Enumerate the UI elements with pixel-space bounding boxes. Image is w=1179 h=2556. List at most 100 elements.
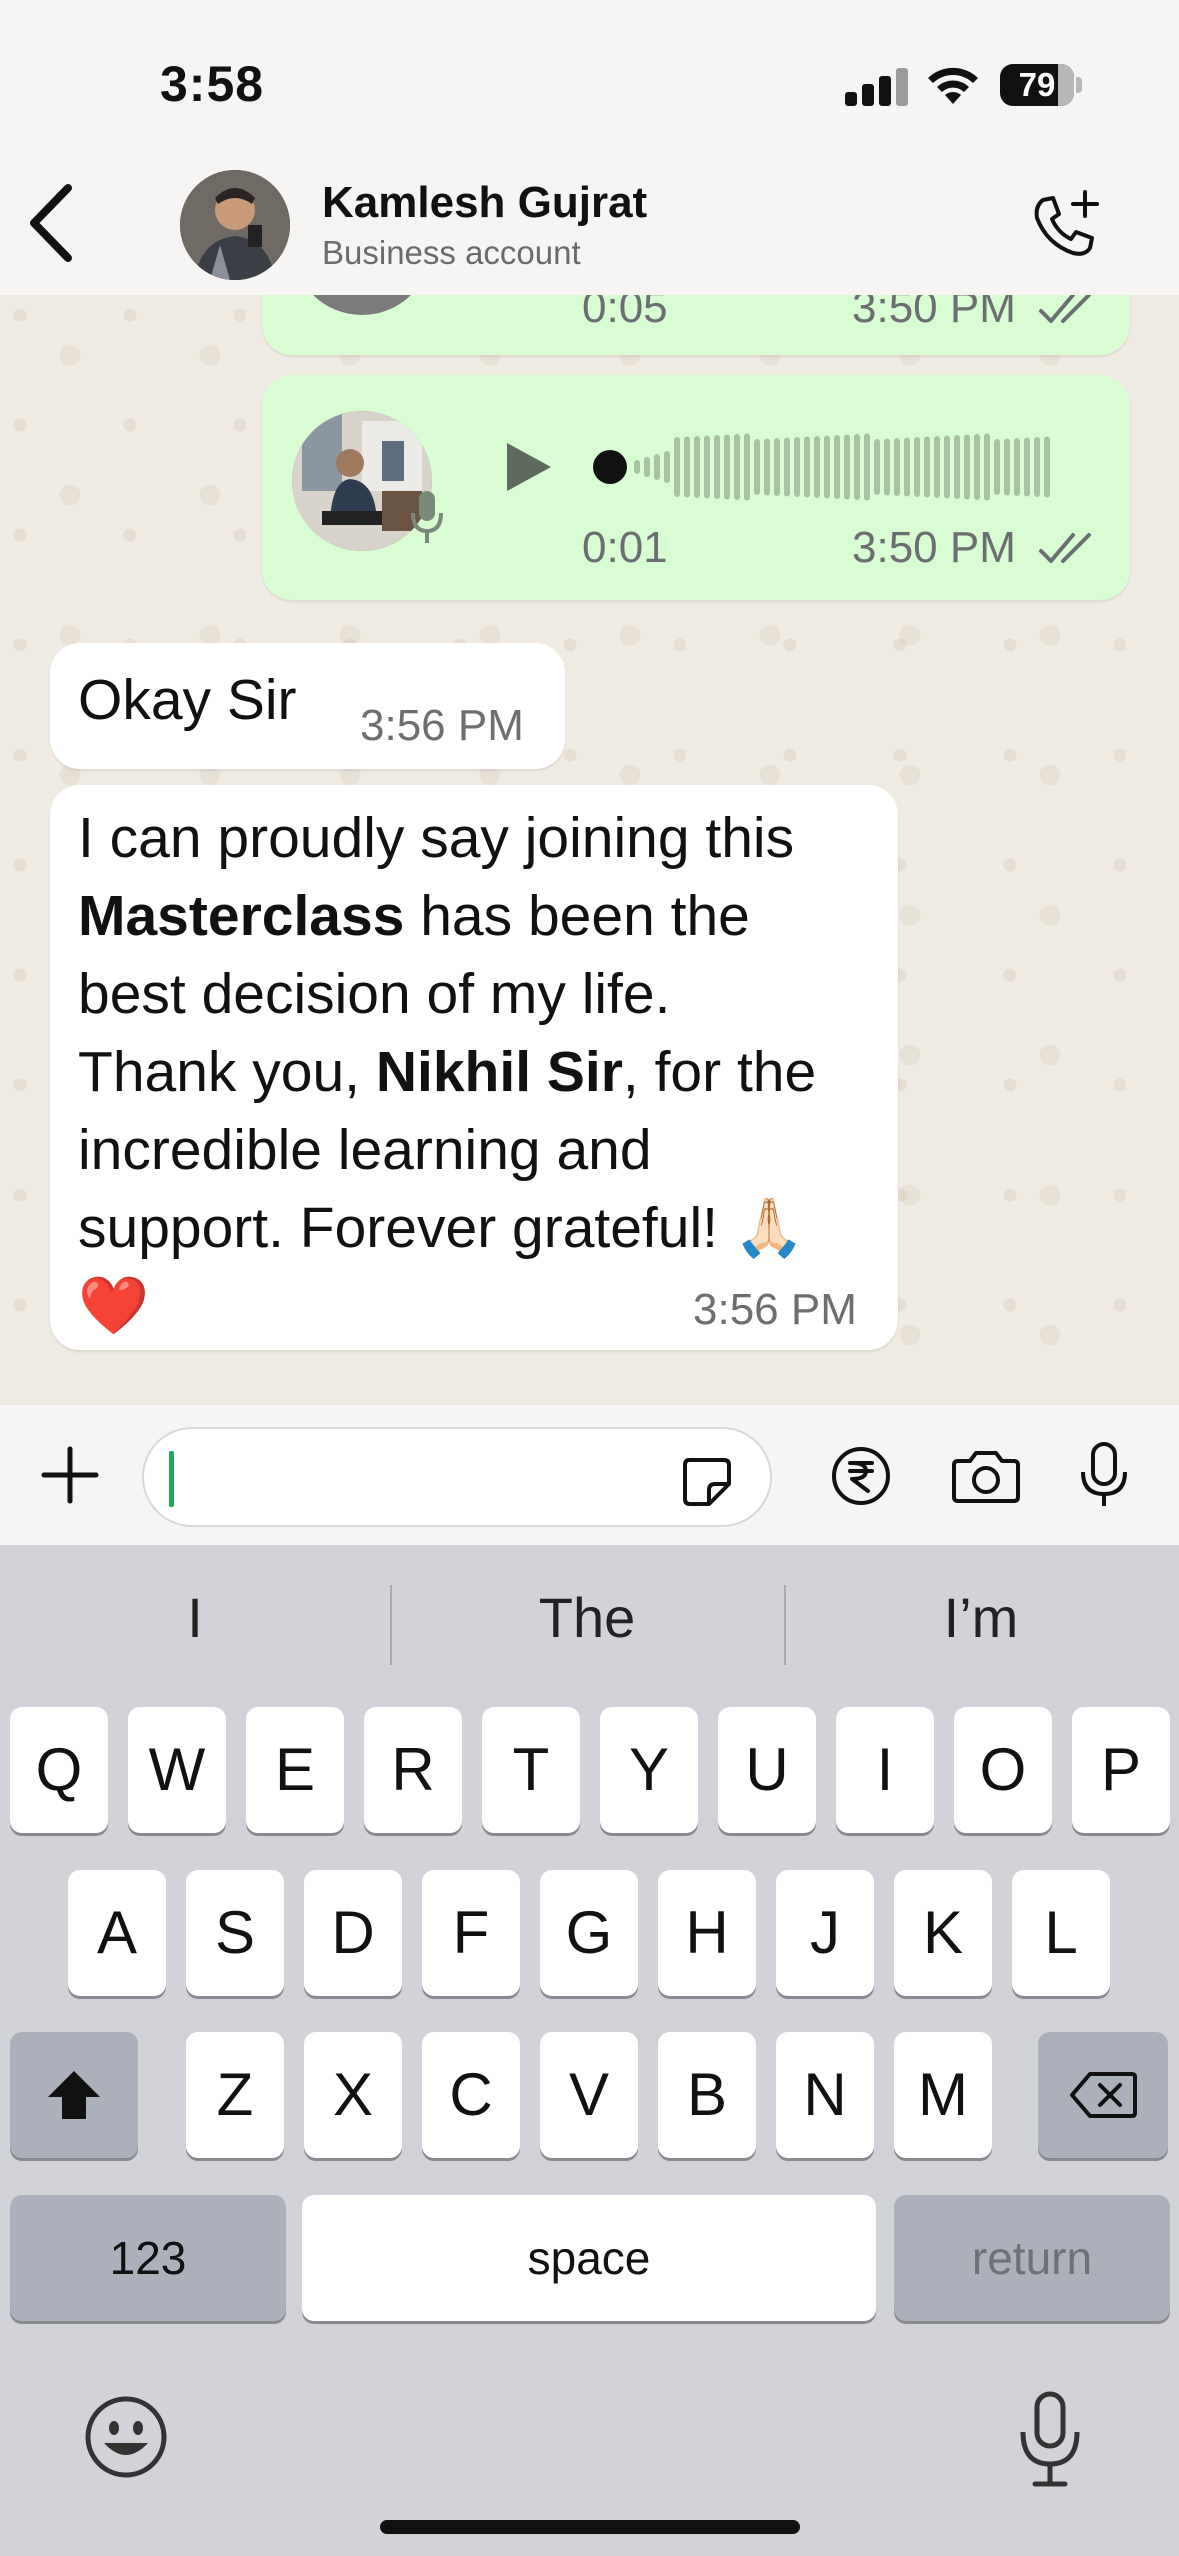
key-l[interactable]: L [1012,1870,1110,1996]
read-ticks-icon [1039,295,1091,323]
waveform-bar [734,434,740,500]
waveform-bar [764,438,770,496]
camera-icon[interactable] [950,1445,1022,1505]
home-indicator[interactable] [380,2520,800,2534]
key-f[interactable]: F [422,1870,520,1996]
waveform-bar [804,436,810,498]
key-d[interactable]: D [304,1870,402,1996]
waveform-bar [754,439,760,495]
suggestion-item[interactable]: I’m [786,1585,1176,1650]
suggestion-bar: I The I’m [0,1545,1179,1705]
incoming-message[interactable]: Okay Sir 3:56 PM [50,643,565,769]
shift-key[interactable] [10,2032,138,2158]
sticker-icon[interactable] [679,1454,734,1509]
key-h[interactable]: H [658,1870,756,1996]
waveform-bar [784,437,790,497]
back-chevron-icon[interactable] [20,178,90,268]
waveform-bar [904,437,910,497]
space-key[interactable]: space [302,2195,876,2321]
key-m[interactable]: M [894,2032,992,2158]
play-icon[interactable] [497,437,557,497]
key-b[interactable]: B [658,2032,756,2158]
cellular-signal-icon [845,66,909,106]
microphone-icon[interactable] [1075,1440,1133,1510]
voice-message[interactable]: 0:05 3:50 PM [262,295,1130,355]
message-time: 3:50 PM [852,523,1016,572]
key-s[interactable]: S [186,1870,284,1996]
contact-name[interactable]: Kamlesh Gujrat [322,178,647,228]
key-q[interactable]: Q [10,1707,108,1833]
message-line: I can proudly say joining this [78,799,888,877]
key-c[interactable]: C [422,2032,520,2158]
key-i[interactable]: I [836,1707,934,1833]
key-p[interactable]: P [1072,1707,1170,1833]
key-u[interactable]: U [718,1707,816,1833]
key-w[interactable]: W [128,1707,226,1833]
audio-waveform[interactable] [592,427,1052,507]
text-segment: support. Forever grateful! [78,1196,734,1260]
dictation-microphone-icon[interactable] [1015,2390,1085,2490]
waveform-bar [714,435,720,499]
key-x[interactable]: X [304,2032,402,2158]
key-t[interactable]: T [482,1707,580,1833]
text-segment: best decision of my life. [78,962,671,1026]
wifi-icon [928,67,978,104]
voice-duration: 0:01 [582,523,668,572]
add-call-icon[interactable] [1025,186,1105,266]
key-o[interactable]: O [954,1707,1052,1833]
message-input[interactable] [142,1427,772,1527]
chat-area[interactable]: 0:05 3:50 PM 0:01 3:50 PM Okay Sir 3:56 … [0,295,1179,1405]
text-segment: incredible learning and [78,1118,652,1182]
waveform-bar [794,437,800,497]
message-time: 3:56 PM [360,701,524,750]
chat-header: Kamlesh Gujrat Business account [0,150,1179,295]
text-segment: Thank you, [78,1040,376,1104]
key-e[interactable]: E [246,1707,344,1833]
key-v[interactable]: V [540,2032,638,2158]
plus-icon[interactable] [40,1445,100,1505]
status-time: 3:58 [160,56,265,112]
message-time: 3:50 PM [852,295,1016,332]
message-line: Masterclass has been the [78,877,888,955]
suggestion-item[interactable]: The [392,1585,782,1650]
rupee-icon[interactable] [830,1445,892,1507]
waveform-bar [924,436,930,498]
key-a[interactable]: A [68,1870,166,1996]
waveform-bar [744,433,750,501]
backspace-key[interactable] [1038,2032,1168,2158]
return-key[interactable]: return [894,2195,1170,2321]
message-text: I can proudly say joining this Mastercla… [78,799,888,1345]
incoming-message[interactable]: I can proudly say joining this Mastercla… [50,785,898,1350]
message-line: best decision of my life. [78,955,888,1033]
message-line: incredible learning and [78,1111,888,1189]
key-r[interactable]: R [364,1707,462,1833]
bold-text: Masterclass [78,884,405,948]
message-line: support. Forever grateful! 🙏🏻 [78,1189,888,1267]
emoji-icon[interactable] [84,2395,168,2479]
key-j[interactable]: J [776,1870,874,1996]
waveform-bar [1004,438,1010,496]
key-g[interactable]: G [540,1870,638,1996]
microphone-icon [411,491,443,543]
waveform-bar [634,460,640,474]
contact-avatar[interactable] [180,170,290,280]
key-k[interactable]: K [894,1870,992,1996]
voice-message[interactable]: 0:01 3:50 PM [262,375,1130,600]
key-z[interactable]: Z [186,2032,284,2158]
text-segment: has been the [404,884,750,948]
waveform-bar [914,437,920,497]
waveform-bar [944,435,950,499]
battery-indicator: 79 [1000,64,1082,106]
waveform-bar [1014,438,1020,496]
waveform-bar [1034,437,1040,497]
heart-emoji: ❤️ [78,1274,149,1338]
text-segment: I can proudly say joining this [78,806,795,870]
key-n[interactable]: N [776,2032,874,2158]
suggestion-item[interactable]: I [0,1585,390,1650]
waveform-bar [884,438,890,496]
waveform-bar [894,438,900,496]
waveform-bar [684,436,690,498]
numbers-key[interactable]: 123 [10,2195,286,2321]
waveform-bar [844,434,850,500]
key-y[interactable]: Y [600,1707,698,1833]
